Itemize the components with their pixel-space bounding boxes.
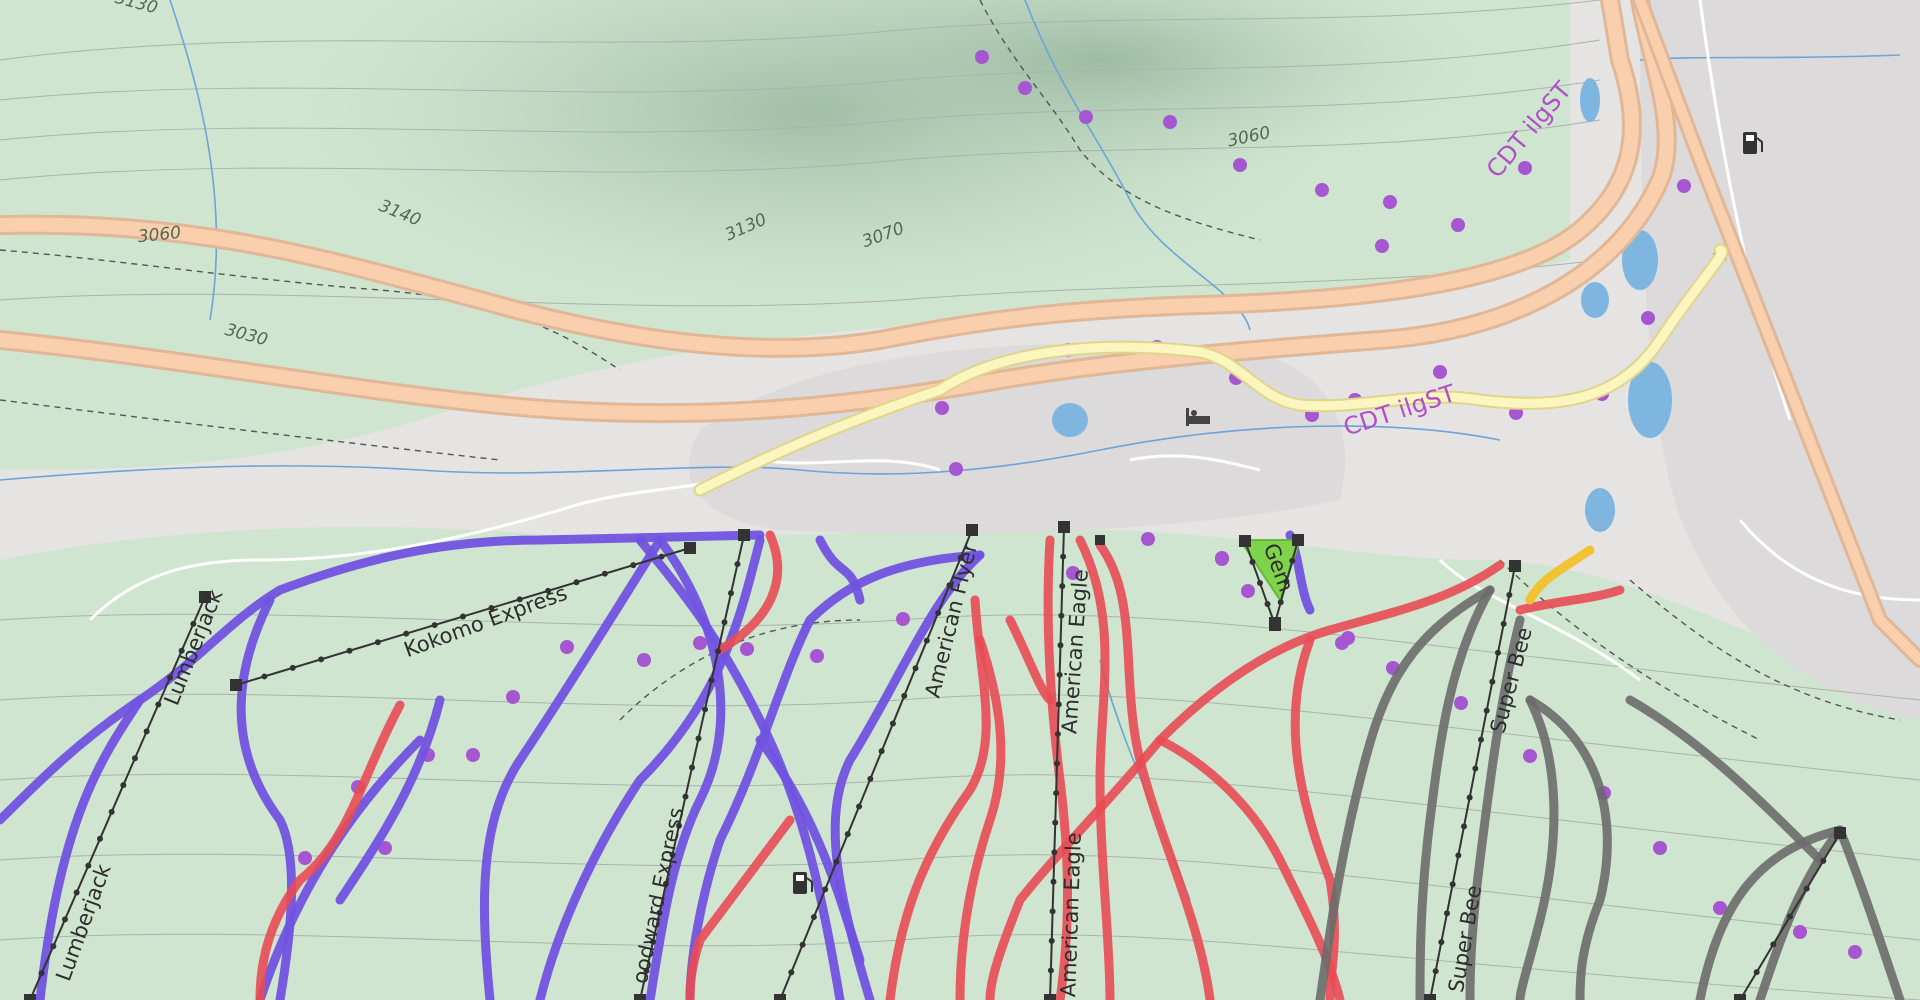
lift-pylon [799,941,806,948]
lift-pylon [155,701,162,708]
lift-pylon [708,677,715,684]
lake [1581,282,1609,318]
lift-pylon [261,673,268,680]
lift-pylon [1820,857,1827,864]
lift-pylon [728,590,734,597]
lift-pylon [1059,583,1066,590]
map-view[interactable]: 3140 3130 3070 3060 3060 3030 3130 CDT ilgST CDT… [0,0,1920,1000]
lift-pylon [1060,553,1067,560]
lake [1580,78,1600,122]
lift-pylon [346,647,353,654]
lift-station-icon [1095,535,1105,545]
lift-pylon [901,692,908,699]
lake [1585,488,1615,532]
lift-pylon [734,561,741,568]
lift-pylon [1438,939,1445,946]
lift-pylon [1257,580,1263,586]
lift-pylon [573,579,580,586]
lift-pylon [1432,968,1439,975]
lift-station-icon[interactable] [1058,521,1070,533]
lift-pylon [1054,760,1060,767]
lift-station-icon[interactable] [230,679,242,691]
lift-pylon [1444,910,1450,917]
map-canvas[interactable]: 3140 3130 30703060306030303130CDT ilgSTCDT… [0,0,1920,1000]
lift-pylon [1048,937,1055,944]
lift-pylon [878,748,885,755]
lift-station-icon[interactable] [24,994,36,1000]
lift-pylon [630,562,637,569]
lift-station-icon[interactable] [1292,534,1304,546]
lift-pylon [810,914,817,921]
lift-pylon [1461,823,1467,830]
lift-station-icon[interactable] [1734,994,1746,1000]
lift-pylon [1249,559,1256,565]
lift-pylon [1506,591,1513,598]
lift-pylon [318,656,325,663]
lift-pylon [1500,620,1507,627]
lift-pylon [833,858,840,865]
lift-pylon [1052,819,1059,826]
lift-station-icon[interactable] [1239,535,1251,547]
lift-pylon [1466,794,1473,801]
lift-pylon [120,782,127,789]
lift-pylon [1047,967,1054,974]
lift-station-icon[interactable] [966,524,978,536]
lift-pylon [1472,765,1479,772]
pond [1052,403,1088,437]
lift-pylon [658,553,665,560]
lift-pylon [867,775,874,782]
lift-station-icon[interactable] [684,542,696,554]
lift-station-icon[interactable] [634,994,646,1000]
lift-pylon [912,665,919,672]
lift-pylon [132,755,138,762]
lift-pylon [1495,649,1501,656]
lift-pylon [289,664,296,671]
lift-pylon [1803,885,1810,892]
lift-pylon [1770,941,1777,948]
lift-pylon [143,728,150,735]
lift-pylon [1455,852,1462,859]
lift-pylon [1478,736,1484,743]
lift-pylon [1264,601,1271,607]
lift-pylon [923,637,930,644]
lift-pylon [721,619,728,626]
lift-station-icon[interactable] [1424,994,1436,1000]
lift-pylon [1050,878,1057,885]
lift-pylon [856,803,863,810]
lift-pylon [1049,908,1056,915]
lift-pylon [73,889,80,896]
lift-station-icon[interactable] [774,994,786,1000]
lift-pylon [50,943,57,950]
lift-pylon [601,570,608,577]
lift-pylon [702,706,708,713]
lift-station-icon[interactable] [738,529,750,541]
lift-pylon [1489,678,1496,685]
lift-pylon [38,970,45,977]
lift-pylon [788,969,795,976]
lift-pylon [97,835,103,842]
lift-pylon [682,793,689,800]
lift-pylon [1787,913,1793,920]
lift-pylon [689,764,695,771]
lift-station-icon[interactable] [1269,617,1281,629]
lift-pylon [889,720,896,727]
lift-pylon [108,808,115,815]
lift-pylon [1053,790,1060,797]
lift-pylon [374,639,381,646]
lift-pylon [822,886,829,893]
lift-pylon [62,916,68,923]
lift-station-icon[interactable] [1834,827,1846,839]
lift-station-icon[interactable] [1509,560,1521,572]
lift-pylon [695,735,702,742]
lift-pylon [1058,612,1065,619]
lift-pylon [1449,881,1456,888]
lift-pylon [1277,599,1284,606]
lift-pylon [1483,707,1490,714]
lift-station-icon[interactable] [1044,994,1056,1000]
lift-pylon [715,648,721,655]
lift-pylon [1753,969,1760,976]
lift-pylon [844,831,851,838]
lift-pylon [1051,849,1058,856]
